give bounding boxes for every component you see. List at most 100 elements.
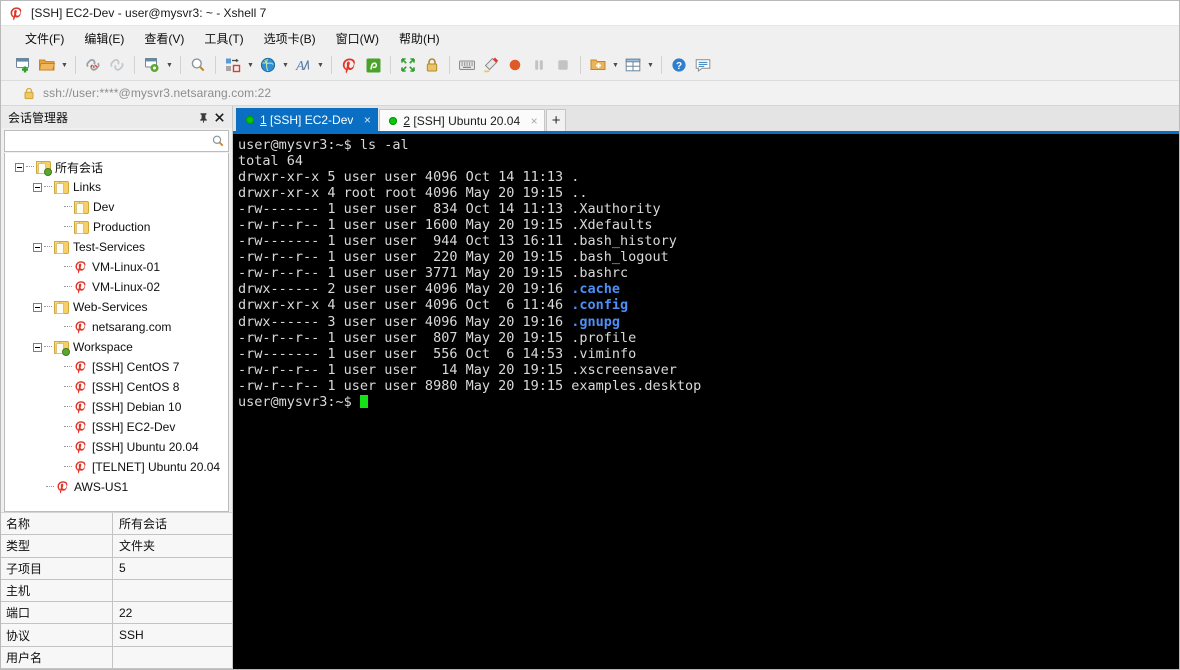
xshell-icon[interactable]	[337, 53, 361, 77]
search-icon[interactable]	[211, 134, 225, 148]
globe-dropdown-icon[interactable]: ▼	[280, 53, 291, 77]
terminal-text: -rw-r--r-- 1 user user 807 May 20 19:15 …	[238, 330, 636, 346]
xftp-icon[interactable]	[361, 53, 385, 77]
terminal-line: -rw------- 1 user user 944 Oct 13 16:11 …	[238, 233, 1179, 249]
new-tab-button[interactable]: +	[546, 109, 566, 131]
stop-icon[interactable]	[551, 53, 575, 77]
tree-item[interactable]: Production	[5, 217, 228, 237]
terminal-line: -rw-r--r-- 1 user user 220 May 20 19:15 …	[238, 249, 1179, 265]
property-value[interactable]: 22	[113, 602, 232, 623]
tab-status-dot	[389, 117, 397, 125]
close-icon[interactable]	[211, 109, 227, 125]
property-value[interactable]: 5	[113, 558, 232, 579]
folder-gear-icon	[36, 161, 51, 174]
disconnect-icon[interactable]	[81, 53, 105, 77]
fullscreen-icon[interactable]	[396, 53, 420, 77]
tree-expander[interactable]	[33, 183, 42, 192]
new-folder-dropdown-icon[interactable]: ▼	[610, 53, 621, 77]
tree-item[interactable]: VM-Linux-01	[5, 257, 228, 277]
terminal-tab[interactable]: 2 [SSH] Ubuntu 20.04×	[379, 109, 545, 131]
terminal-line: drwx------ 3 user user 4096 May 20 19:16…	[238, 314, 1179, 330]
menu-tools[interactable]: 工具(T)	[194, 28, 253, 49]
tree-item[interactable]: [SSH] Debian 10	[5, 397, 228, 417]
menu-file[interactable]: 文件(F)	[15, 28, 74, 49]
toolbar: ▼ ▼	[1, 50, 1179, 81]
terminal-text: -rw------- 1 user user 944 Oct 13 16:11 …	[238, 233, 677, 249]
open-folder-dropdown-icon[interactable]: ▼	[59, 53, 70, 77]
tree-item[interactable]: netsarang.com	[5, 317, 228, 337]
property-value[interactable]	[113, 580, 232, 601]
terminal-tab[interactable]: 1 [SSH] EC2-Dev×	[236, 108, 378, 131]
property-value[interactable]: 所有会话	[113, 513, 232, 534]
property-row: 主机	[1, 580, 232, 602]
tree-expander[interactable]	[15, 163, 24, 172]
tree-item[interactable]: Dev	[5, 197, 228, 217]
tab-close-icon[interactable]: ×	[361, 114, 373, 126]
session-tree[interactable]: 所有会话LinksDevProductionTest-ServicesVM-Li…	[4, 153, 229, 512]
menu-edit[interactable]: 编辑(E)	[74, 28, 134, 49]
tree-item[interactable]: [SSH] CentOS 7	[5, 357, 228, 377]
tab-close-icon[interactable]: ×	[528, 115, 540, 127]
address-bar[interactable]: ssh://user:****@mysvr3.netsarang.com:22	[1, 81, 1179, 106]
tree-item[interactable]: [SSH] CentOS 8	[5, 377, 228, 397]
layout-dropdown-icon[interactable]: ▼	[645, 53, 656, 77]
pin-icon[interactable]	[195, 109, 211, 125]
pause-icon[interactable]	[527, 53, 551, 77]
record-icon[interactable]	[503, 53, 527, 77]
tree-item[interactable]: VM-Linux-02	[5, 277, 228, 297]
lock-icon[interactable]	[420, 53, 444, 77]
session-search-box[interactable]	[4, 130, 229, 152]
feedback-icon[interactable]	[691, 53, 715, 77]
menu-view[interactable]: 查看(V)	[134, 28, 194, 49]
toolbar-separator	[215, 56, 216, 74]
tree-item[interactable]: 所有会话	[5, 157, 228, 177]
new-folder-icon[interactable]	[586, 53, 610, 77]
highlight-icon[interactable]	[479, 53, 503, 77]
tree-connector	[64, 286, 72, 288]
tree-item[interactable]: [SSH] EC2-Dev	[5, 417, 228, 437]
menu-help[interactable]: 帮助(H)	[389, 28, 450, 49]
tree-item[interactable]: Web-Services	[5, 297, 228, 317]
property-value[interactable]: SSH	[113, 624, 232, 645]
keyboard-icon[interactable]	[455, 53, 479, 77]
tree-connector	[64, 446, 72, 448]
tree-expander[interactable]	[33, 243, 42, 252]
transfer-file-dropdown-icon[interactable]: ▼	[245, 53, 256, 77]
tree-item[interactable]: [TELNET] Ubuntu 20.04	[5, 457, 228, 477]
menu-window[interactable]: 窗口(W)	[326, 28, 389, 49]
reconnect-icon[interactable]	[105, 53, 129, 77]
property-key: 子项目	[1, 558, 113, 579]
tree-item[interactable]: AWS-US1	[5, 477, 228, 497]
session-properties-dropdown-icon[interactable]: ▼	[164, 53, 175, 77]
tree-item[interactable]: Links	[5, 177, 228, 197]
terminal-text: drwxr-xr-x 4 user user 4096 Oct 6 11:46	[238, 297, 571, 313]
tree-item[interactable]: [SSH] Ubuntu 20.04	[5, 437, 228, 457]
session-properties-icon[interactable]	[140, 53, 164, 77]
find-icon[interactable]	[186, 53, 210, 77]
property-value[interactable]	[113, 647, 232, 668]
tree-connector	[64, 466, 72, 468]
menu-tabs[interactable]: 选项卡(B)	[254, 28, 326, 49]
font-icon[interactable]: A	[291, 53, 315, 77]
tree-expander[interactable]	[33, 303, 42, 312]
property-row: 类型文件夹	[1, 535, 232, 557]
open-folder-icon[interactable]	[35, 53, 59, 77]
property-row: 用户名	[1, 647, 232, 669]
transfer-file-icon[interactable]	[221, 53, 245, 77]
layout-icon[interactable]	[621, 53, 645, 77]
tree-item[interactable]: Workspace	[5, 337, 228, 357]
terminal-text: drwxr-xr-x 5 user user 4096 Oct 14 11:13…	[238, 169, 579, 185]
font-dropdown-icon[interactable]: ▼	[315, 53, 326, 77]
property-value[interactable]: 文件夹	[113, 535, 232, 556]
terminal-line: drwxr-xr-x 5 user user 4096 Oct 14 11:13…	[238, 169, 1179, 185]
globe-icon[interactable]	[256, 53, 280, 77]
tree-item[interactable]: Test-Services	[5, 237, 228, 257]
new-session-icon[interactable]	[11, 53, 35, 77]
search-input[interactable]	[8, 132, 211, 150]
tree-expander[interactable]	[33, 343, 42, 352]
folder-icon	[74, 201, 89, 214]
tree-item-label: [TELNET] Ubuntu 20.04	[92, 460, 220, 474]
tab-bar: 1 [SSH] EC2-Dev×2 [SSH] Ubuntu 20.04×+	[233, 106, 1179, 134]
help-icon[interactable]: ?	[667, 53, 691, 77]
terminal-output[interactable]: user@mysvr3:~$ ls -altotal 64drwxr-xr-x …	[233, 134, 1179, 669]
